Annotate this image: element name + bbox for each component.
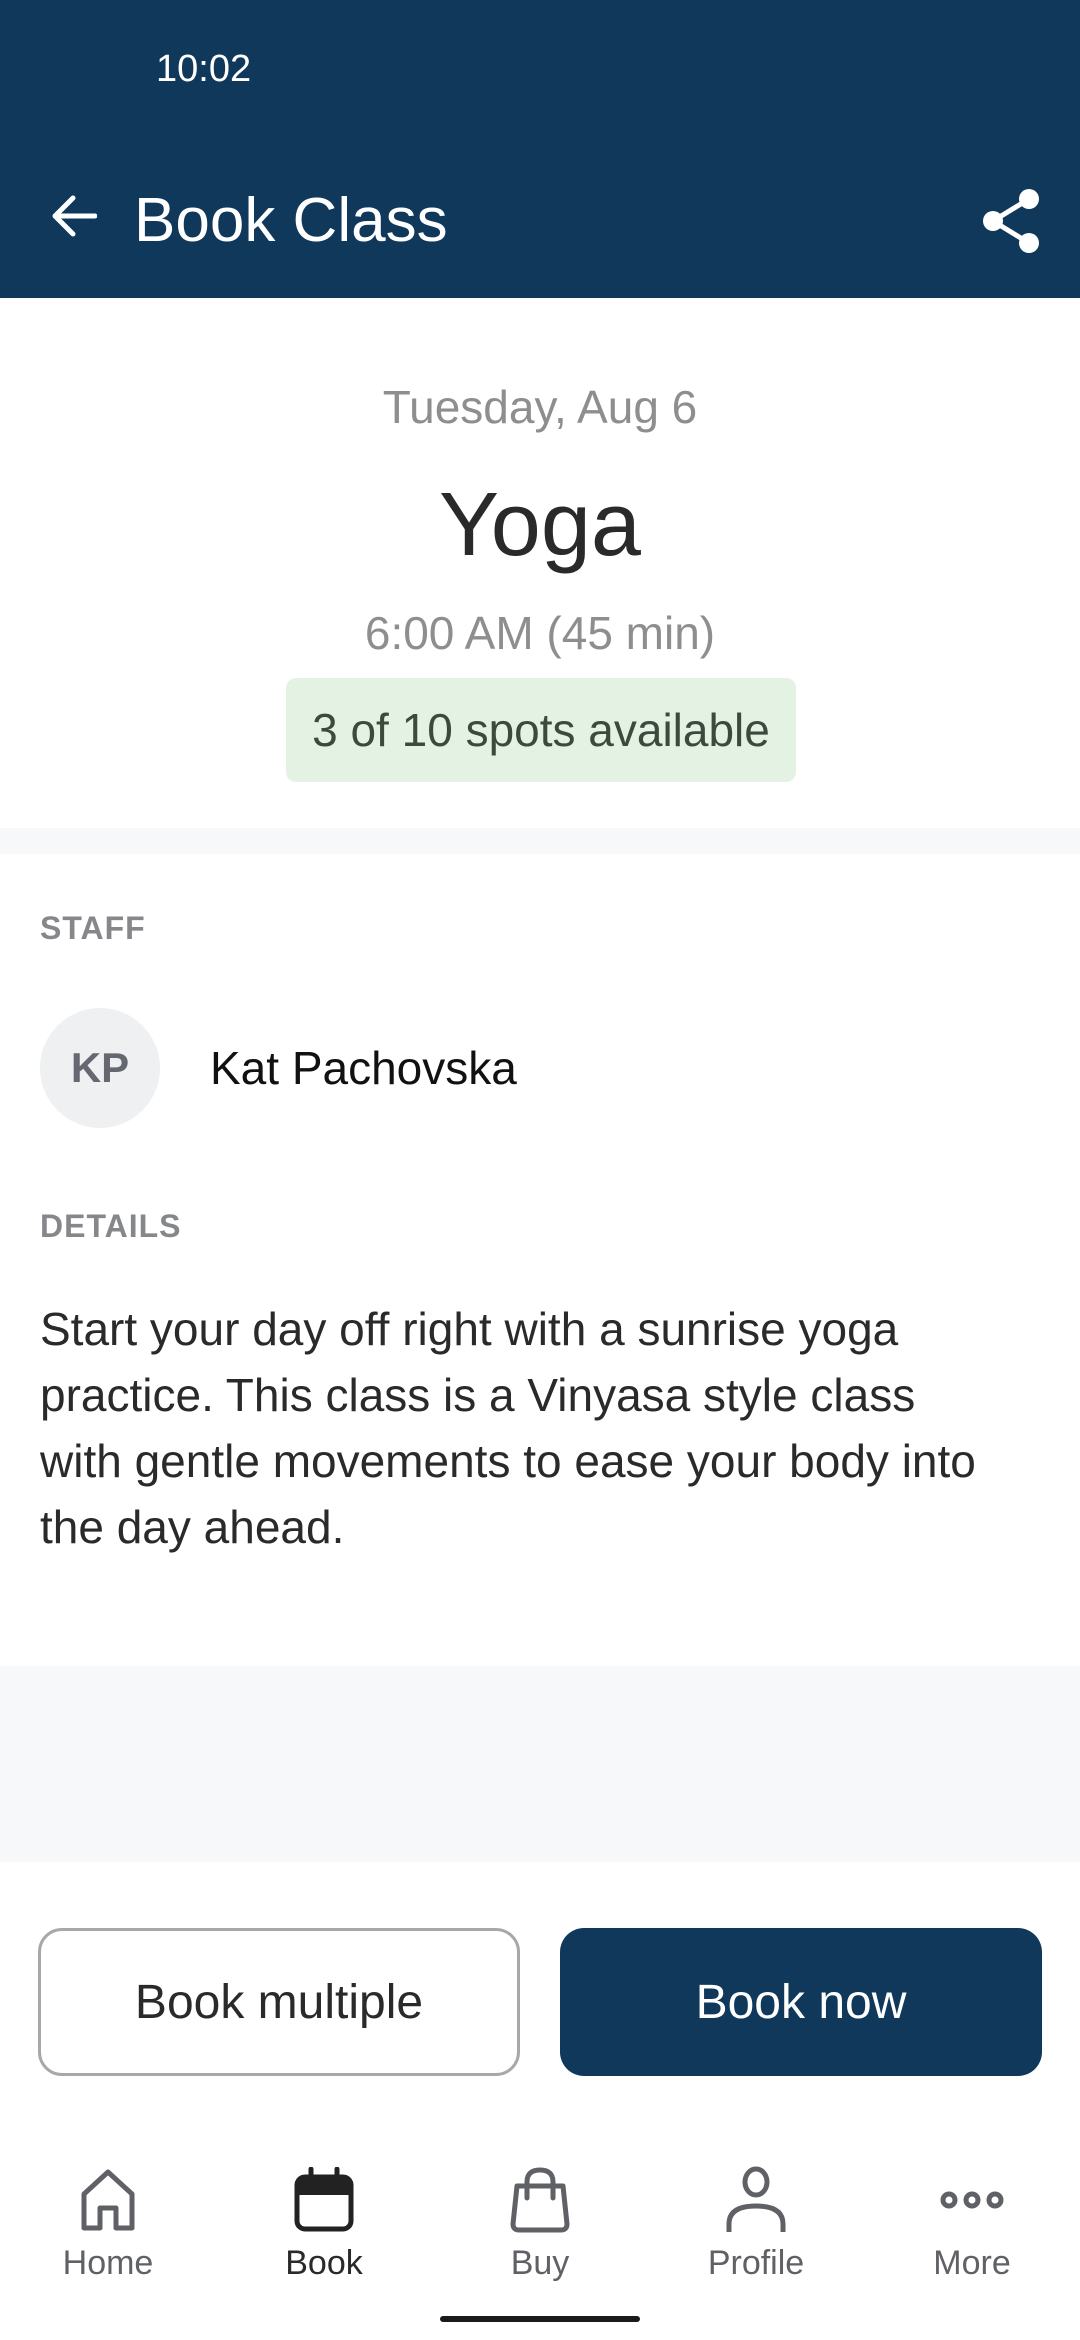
class-date: Tuesday, Aug 6	[382, 381, 698, 433]
class-summary: Tuesday, Aug 6 Yoga 6:00 AM (45 min) 3 o…	[0, 298, 1080, 828]
share-icon	[983, 189, 1039, 253]
staff-avatar: KP	[40, 1008, 160, 1128]
tab-label: More	[933, 2244, 1011, 2282]
availability-badge: 3 of 10 spots available	[286, 678, 796, 782]
section-divider	[0, 828, 1080, 854]
arrow-left-icon	[52, 195, 97, 237]
tab-profile[interactable]: Profile	[648, 2140, 864, 2300]
book-multiple-button[interactable]: Book multiple	[38, 1928, 520, 2076]
home-icon	[72, 2164, 144, 2236]
share-button[interactable]	[976, 186, 1046, 256]
back-button[interactable]	[44, 186, 104, 246]
class-description: Start your day off right with a sunrise …	[40, 1303, 976, 1553]
page-title: Book Class	[134, 186, 448, 255]
person-icon	[720, 2164, 792, 2236]
tab-label: Profile	[707, 2244, 805, 2282]
home-indicator[interactable]	[440, 2316, 640, 2322]
tab-buy[interactable]: Buy	[432, 2140, 648, 2300]
tab-book[interactable]: Book	[216, 2140, 432, 2300]
content-spacer	[0, 1666, 1080, 1862]
tab-label: Buy	[510, 2244, 570, 2282]
tab-label: Home	[62, 2244, 154, 2282]
details-section-label: DETAILS	[40, 1208, 182, 1244]
more-dots-icon	[936, 2164, 1008, 2236]
shopping-bag-icon	[504, 2164, 576, 2236]
tab-label: Book	[285, 2244, 363, 2282]
tab-more[interactable]: More	[864, 2140, 1080, 2300]
calendar-icon	[288, 2164, 360, 2236]
app-bar: 10:02 Book Class	[0, 0, 1080, 298]
bottom-nav: Home Book Buy Profile More	[0, 2140, 1080, 2300]
staff-name: Kat Pachovska	[210, 1042, 517, 1094]
book-now-button[interactable]: Book now	[560, 1928, 1042, 2076]
staff-row[interactable]: KP Kat Pachovska	[40, 1008, 517, 1128]
tab-home[interactable]: Home	[0, 2140, 216, 2300]
staff-section-label: STAFF	[40, 910, 146, 946]
class-name: Yoga	[439, 475, 641, 575]
class-time: 6:00 AM (45 min)	[364, 607, 716, 659]
status-bar-time: 10:02	[156, 48, 252, 90]
